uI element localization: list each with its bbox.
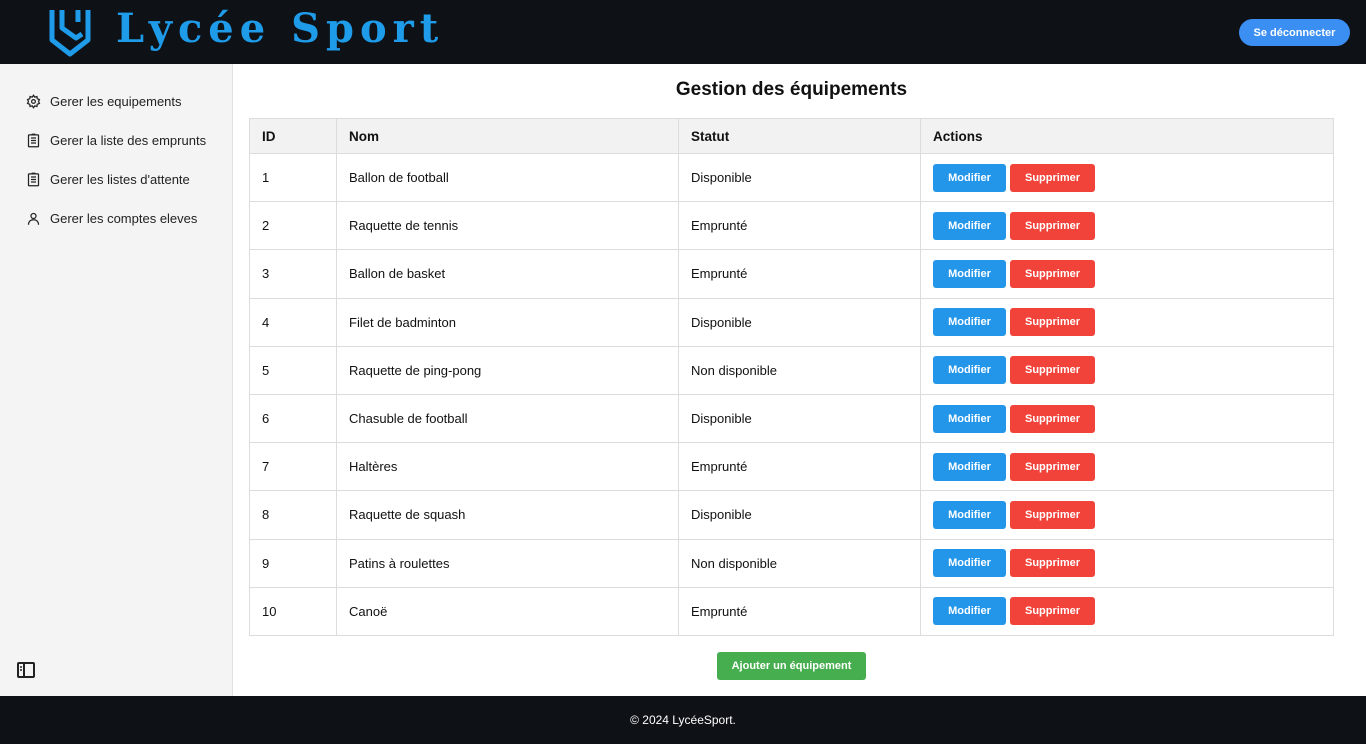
cell-actions: Modifier Supprimer [920, 201, 1334, 251]
table-row: 10 Canoë Emprunté Modifier Supprimer [249, 586, 1334, 636]
delete-button[interactable]: Supprimer [1010, 163, 1095, 192]
cell-id: 7 [249, 442, 337, 492]
logo-shield-icon [49, 10, 91, 57]
edit-button[interactable]: Modifier [933, 597, 1006, 626]
edit-button[interactable]: Modifier [933, 308, 1006, 337]
sidebar-item-label: Gerer les comptes eleves [50, 210, 198, 226]
cell-statut: Disponible [678, 393, 921, 444]
sidebar-item-label: Gerer la liste des emprunts [50, 132, 207, 148]
cell-actions: Modifier Supprimer [920, 538, 1334, 588]
column-header-actions: Actions [920, 118, 1334, 154]
table-row: 5 Raquette de ping-pong Non disponible Modi… [249, 345, 1334, 395]
cell-actions: Modifier Supprimer [920, 393, 1334, 444]
cell-nom: Ballon de basket [336, 249, 679, 299]
delete-button[interactable]: Supprimer [1010, 259, 1095, 288]
cell-statut: Non disponible [678, 538, 921, 588]
edit-button[interactable]: Modifier [933, 404, 1006, 433]
sidebar-item-label: Gerer les listes d'attente [50, 171, 190, 187]
sidebar-item-listes-attente[interactable]: Gerer les listes d'attente [26, 168, 190, 190]
cell-statut: Emprunté [678, 201, 921, 251]
cell-id: 8 [249, 490, 337, 540]
cell-actions: Modifier Supprimer [920, 442, 1334, 492]
edit-button[interactable]: Modifier [933, 500, 1006, 529]
footer-copyright: © 2024 LycéeSport. [630, 713, 736, 727]
cell-id: 9 [249, 538, 337, 588]
table-row: 1 Ballon de football Disponible Modifier Sup… [249, 152, 1334, 203]
cell-id: 6 [249, 393, 337, 444]
page-title: Gestion des équipements [675, 79, 908, 100]
add-equipment-button[interactable]: Ajouter un équipement [717, 652, 866, 680]
cell-id: 2 [249, 201, 337, 251]
cell-nom: Canoë [336, 586, 679, 636]
cell-id: 3 [249, 249, 337, 299]
sidebar-item-label: Gerer les equipements [50, 93, 182, 109]
cell-id: 4 [249, 297, 337, 347]
cell-id: 10 [249, 586, 337, 636]
sidebar-item-comptes-eleves[interactable]: Gerer les comptes eleves [26, 207, 197, 229]
gear-icon [26, 93, 41, 109]
footer: © 2024 LycéeSport. [0, 696, 1366, 744]
table-row: 4 Filet de badminton Disponible Modifier Sup… [249, 297, 1334, 347]
delete-button[interactable]: Supprimer [1010, 452, 1095, 481]
table-header-row: ID Nom Statut Actions [249, 118, 1334, 154]
cell-statut: Disponible [678, 490, 921, 540]
table-row: 6 Chasuble de football Disponible Modifier S… [249, 393, 1334, 444]
edit-button[interactable]: Modifier [933, 163, 1006, 192]
cell-actions: Modifier Supprimer [920, 249, 1334, 299]
table-row: 2 Raquette de tennis Emprunté Modifier Suppr… [249, 201, 1334, 251]
column-header-statut: Statut [678, 118, 921, 154]
sidebar-item-emprunts[interactable]: Gerer la liste des emprunts [26, 129, 206, 151]
cell-nom: Ballon de football [336, 152, 679, 203]
edit-button[interactable]: Modifier [933, 452, 1006, 481]
table-row: 3 Ballon de basket Emprunté Modifier Supprim… [249, 249, 1334, 299]
cell-actions: Modifier Supprimer [920, 490, 1334, 540]
cell-statut: Emprunté [678, 442, 921, 492]
user-icon [26, 211, 41, 226]
table-row: 9 Patins à roulettes Non disponible Modifie… [249, 538, 1334, 588]
cell-statut: Disponible [678, 152, 921, 203]
cell-statut: Disponible [678, 297, 921, 347]
clipboard-list-icon [26, 172, 41, 187]
delete-button[interactable]: Supprimer [1010, 211, 1095, 240]
cell-actions: Modifier Supprimer [920, 297, 1334, 347]
table-row: 8 Raquette de squash Disponible Modifier Sup… [249, 490, 1334, 540]
cell-id: 5 [249, 345, 337, 395]
table-row: 7 Haltères Emprunté Modifier Supprimer [249, 442, 1334, 492]
edit-button[interactable]: Modifier [933, 259, 1006, 288]
delete-button[interactable]: Supprimer [1010, 549, 1095, 578]
brand-name: Lycée Sport [116, 5, 445, 52]
clipboard-list-icon [26, 133, 41, 148]
top-header: Lycée Sport Se déconnecter [0, 0, 1366, 64]
delete-button[interactable]: Supprimer [1010, 308, 1095, 337]
sidebar: Gerer les equipements Gerer la liste des… [0, 64, 233, 696]
equipment-table: ID Nom Statut Actions 1 Ballon de footbal… [249, 118, 1334, 636]
cell-statut: Emprunté [678, 586, 921, 636]
sidebar-toggle-icon[interactable] [17, 662, 35, 678]
cell-statut: Non disponible [678, 345, 921, 395]
column-header-nom: Nom [336, 118, 679, 154]
delete-button[interactable]: Supprimer [1010, 597, 1095, 626]
cell-nom: Filet de badminton [336, 297, 679, 347]
cell-nom: Chasuble de football [336, 393, 679, 444]
edit-button[interactable]: Modifier [933, 549, 1006, 578]
delete-button[interactable]: Supprimer [1010, 356, 1095, 385]
cell-actions: Modifier Supprimer [920, 586, 1334, 636]
logout-button[interactable]: Se déconnecter [1239, 19, 1350, 46]
cell-nom: Haltères [336, 442, 679, 492]
cell-nom: Raquette de squash [336, 490, 679, 540]
cell-statut: Emprunté [678, 249, 921, 299]
cell-nom: Raquette de tennis [336, 201, 679, 251]
cell-id: 1 [249, 152, 337, 203]
column-header-id: ID [249, 118, 337, 154]
cell-actions: Modifier Supprimer [920, 345, 1334, 395]
cell-nom: Raquette de ping-pong [336, 345, 679, 395]
delete-button[interactable]: Supprimer [1010, 404, 1095, 433]
edit-button[interactable]: Modifier [933, 356, 1006, 385]
cell-actions: Modifier Supprimer [920, 152, 1334, 203]
edit-button[interactable]: Modifier [933, 211, 1006, 240]
table-body: 1 Ballon de football Disponible Modifier Sup… [249, 152, 1334, 636]
cell-nom: Patins à roulettes [336, 538, 679, 588]
sidebar-item-equipements[interactable]: Gerer les equipements [26, 90, 182, 112]
delete-button[interactable]: Supprimer [1010, 500, 1095, 529]
